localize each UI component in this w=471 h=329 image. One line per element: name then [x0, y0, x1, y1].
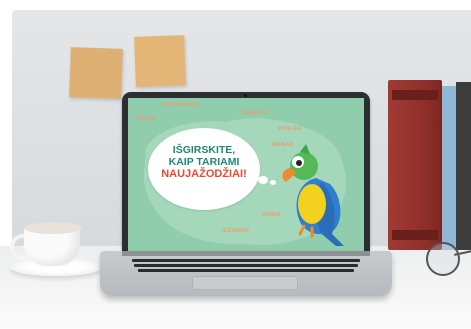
book — [456, 82, 471, 250]
photo-scene: KEZANUNAS ORIENTE DŪZĖS PABLĖA MEMAS ANM… — [0, 0, 471, 329]
laptop-screen: KEZANUNAS ORIENTE DŪZĖS PABLĖA MEMAS ANM… — [128, 98, 364, 252]
eyeglasses-lens — [426, 242, 460, 276]
parrot-pupil — [296, 160, 302, 166]
faded-word: DŪZĖS — [136, 116, 156, 122]
sticky-note — [134, 35, 186, 87]
book-stack — [388, 80, 471, 250]
faded-word: ORIENTE — [242, 110, 268, 116]
bubble-line-1: IŠGIRSKITE, — [172, 144, 236, 156]
book — [442, 86, 456, 250]
frame-top — [0, 0, 471, 10]
webcam — [244, 94, 247, 97]
keyboard — [124, 256, 368, 274]
coffee-cup-icon — [8, 222, 104, 280]
bubble-tail-dot — [270, 180, 276, 185]
bubble-message: IŠGIRSKITE, KAIP TARIAMI NAUJAŽODŽIAI! — [148, 144, 260, 180]
faded-word: IEŠMANO — [222, 228, 250, 234]
trackpad — [192, 276, 298, 290]
faded-word: PABLĖA — [278, 126, 302, 132]
book — [388, 80, 442, 250]
parrot-belly — [298, 184, 326, 224]
key-row — [138, 269, 354, 272]
parrot-illustration-icon — [282, 144, 344, 246]
sticky-note — [69, 47, 123, 99]
key-row — [134, 264, 358, 267]
bubble-line-3: NAUJAŽODŽIAI! — [161, 168, 247, 180]
cup-rim — [24, 222, 82, 234]
key-row — [132, 259, 360, 262]
bubble-line-2: KAIP TARIAMI — [168, 156, 240, 168]
frame-left — [0, 0, 12, 246]
book-band — [392, 90, 438, 100]
faded-word: KEZANUNAS — [162, 102, 199, 108]
eyeglasses-icon — [424, 238, 471, 278]
